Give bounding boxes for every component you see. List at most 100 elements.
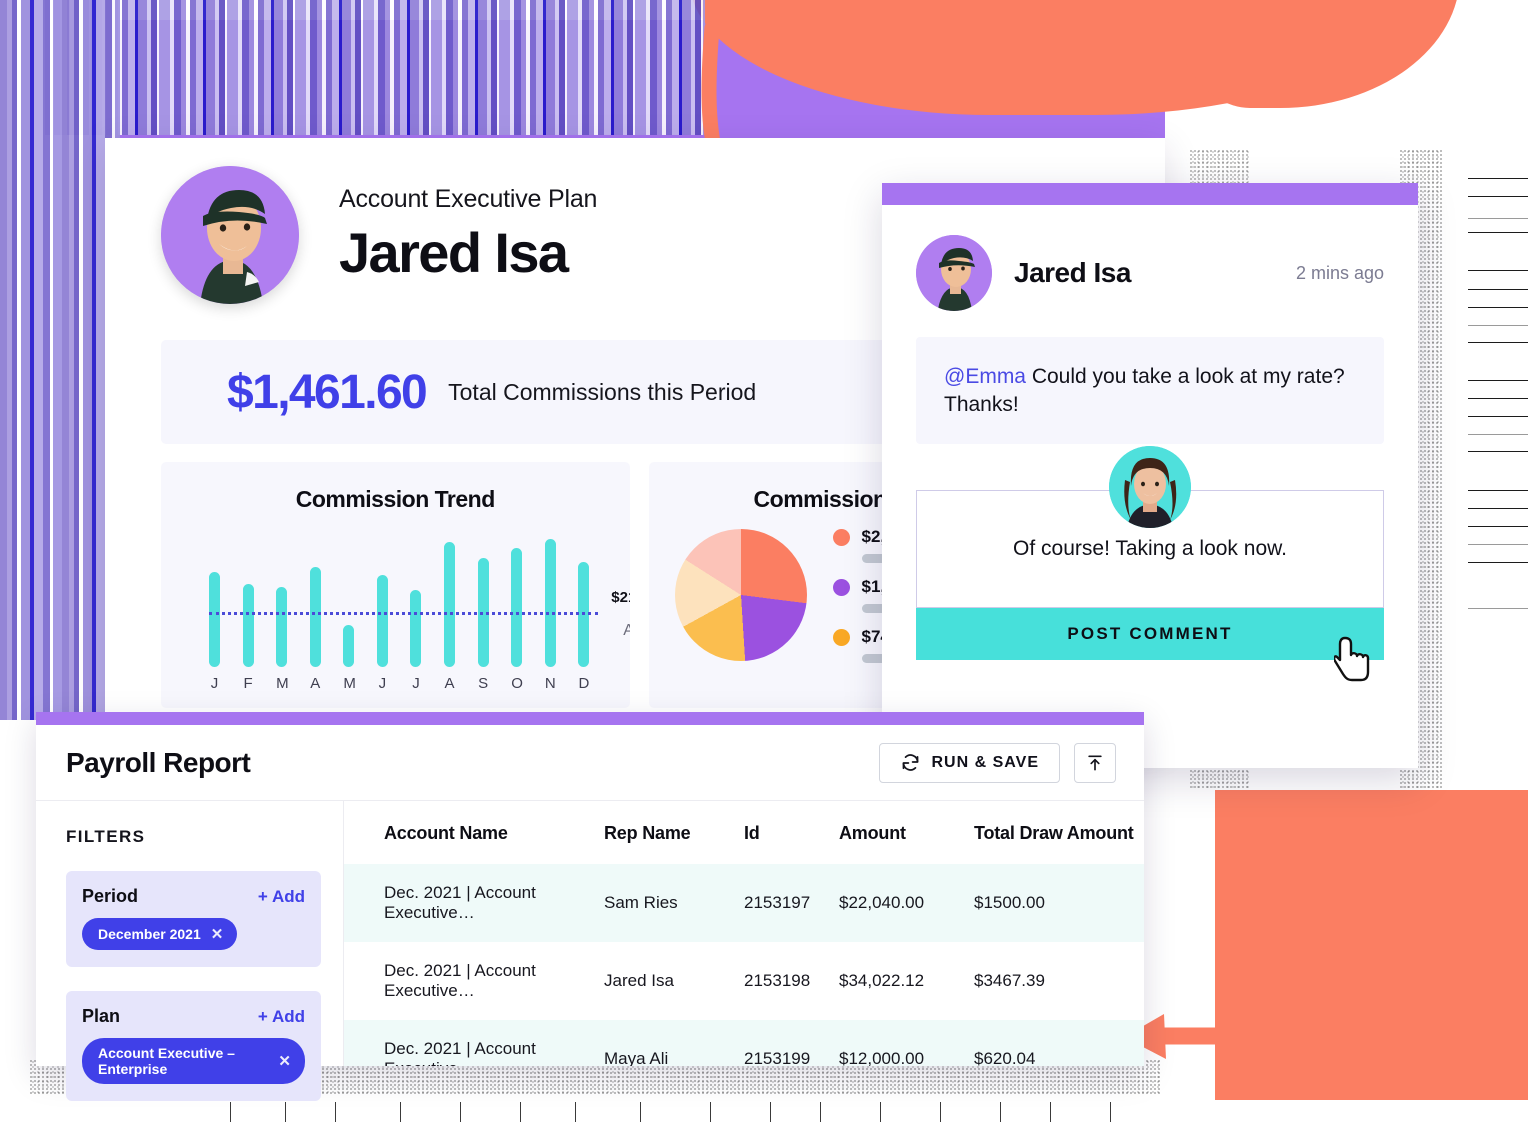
table-row[interactable]: Dec. 2021 | Account Executive… Sam Ries 21… bbox=[344, 864, 1144, 942]
commission-trend-chart: Commission Trend $216.74 Avg J F M A M J J A S O N… bbox=[161, 462, 630, 708]
bar-f-1 bbox=[242, 583, 254, 667]
bar-j-6 bbox=[410, 590, 422, 667]
run-and-save-label: RUN & SAVE bbox=[931, 753, 1039, 771]
filter-group-period: Period + Add December 2021 ✕ bbox=[66, 871, 321, 967]
column-header-0[interactable]: Account Name bbox=[344, 801, 604, 864]
avatar-comment-author bbox=[916, 235, 992, 311]
commission-trend-title: Commission Trend bbox=[295, 486, 496, 512]
pie-slices bbox=[674, 529, 807, 661]
mention-emma[interactable]: @Emma bbox=[944, 365, 1026, 388]
x-tick-2: M bbox=[276, 675, 289, 692]
bar-o-9 bbox=[511, 547, 523, 667]
cell-1-2: 2153198 bbox=[744, 971, 811, 990]
run-and-save-button[interactable]: RUN & SAVE bbox=[878, 742, 1060, 783]
mouse-cursor-icon bbox=[1334, 637, 1370, 682]
average-caption: Avg bbox=[623, 621, 630, 639]
export-button[interactable] bbox=[1074, 742, 1116, 783]
comment-timestamp: 2 mins ago bbox=[1295, 262, 1384, 283]
upload-icon bbox=[1088, 755, 1102, 770]
avatar-reply-author bbox=[1109, 446, 1191, 529]
x-tick-4: M bbox=[343, 675, 356, 692]
bar-j-5 bbox=[376, 574, 388, 667]
cell-1-0: Dec. 2021 | Account Executive… bbox=[384, 961, 536, 1000]
payroll-table: Account Name Rep Name Id Amount Total Draw A… bbox=[344, 801, 1144, 1066]
column-header-3[interactable]: Amount bbox=[839, 801, 974, 864]
x-tick-6: J bbox=[412, 675, 420, 692]
remove-chip-icon-0-0[interactable]: ✕ bbox=[211, 925, 224, 943]
cell-1-4: $3467.39 bbox=[974, 971, 1045, 990]
legend-dot-1 bbox=[832, 578, 850, 596]
payroll-report-card: Payroll Report RUN & SAVE FILTERS Period… bbox=[36, 712, 1144, 1101]
bar-a-7 bbox=[444, 541, 456, 667]
cell-1-1: Jared Isa bbox=[604, 971, 674, 990]
average-value-label: $216.74 bbox=[611, 588, 629, 606]
cell-0-1: Sam Ries bbox=[604, 864, 744, 942]
cell-2-1: Maya Ali bbox=[604, 1020, 744, 1066]
legend-dot-0 bbox=[832, 528, 850, 546]
filters-title: FILTERS bbox=[66, 827, 146, 846]
bar-n-10 bbox=[544, 539, 556, 667]
filter-add-button-1[interactable]: + Add bbox=[258, 1007, 305, 1027]
payroll-title: Payroll Report bbox=[66, 746, 251, 778]
comment-panel-accent-bar bbox=[882, 183, 1418, 205]
coral-blob-bottom-right bbox=[1215, 790, 1528, 1100]
avatar-jared-isa bbox=[161, 166, 299, 304]
filter-chip-1-0[interactable]: Account Executive – Enterprise ✕ bbox=[82, 1038, 305, 1084]
refresh-icon bbox=[902, 754, 918, 771]
x-tick-3: A bbox=[310, 675, 321, 692]
filter-group-list: Period + Add December 2021 ✕ Plan + Add Accoun… bbox=[66, 871, 321, 1101]
column-header-1[interactable]: Rep Name bbox=[604, 801, 744, 864]
filter-add-button-0[interactable]: + Add bbox=[258, 887, 305, 907]
filter-chip-label-1-0: Account Executive – Enterprise bbox=[98, 1045, 235, 1077]
bar-chart-x-axis: JFMAMJJASOND bbox=[209, 675, 590, 692]
column-header-2[interactable]: Id bbox=[744, 801, 839, 864]
cell-0-4: $1500.00 bbox=[974, 864, 1144, 942]
x-tick-11: D bbox=[578, 675, 590, 692]
comment-author-row: Jared Isa 2 mins ago bbox=[916, 235, 1384, 311]
page-title: Jared Isa bbox=[339, 221, 569, 284]
table-row[interactable]: Dec. 2021 | Account Executive… Jared Isa 2… bbox=[344, 942, 1144, 1020]
x-tick-1: F bbox=[243, 675, 253, 692]
filters-panel: FILTERS Period + Add December 2021 ✕ Plan + A… bbox=[36, 801, 344, 1101]
post-comment-button[interactable]: POST COMMENT bbox=[916, 608, 1384, 661]
x-tick-10: N bbox=[544, 675, 556, 692]
x-tick-8: S bbox=[478, 675, 489, 692]
bar-series bbox=[209, 539, 590, 667]
bar-j-0 bbox=[209, 571, 220, 667]
filter-chip-0-0[interactable]: December 2021 ✕ bbox=[82, 918, 238, 950]
cell-2-3: $12,000.00 bbox=[839, 1020, 974, 1066]
plan-label: Account Executive Plan bbox=[339, 185, 598, 213]
filter-group-plan: Plan + Add Account Executive – Enterprise ✕ bbox=[66, 991, 321, 1101]
reply-composer: Of course! Taking a look now. POST COMME… bbox=[882, 446, 1418, 682]
x-tick-9: O bbox=[511, 675, 523, 692]
cell-1-3: $34,022.12 bbox=[839, 971, 925, 990]
remove-chip-icon-1-0[interactable]: ✕ bbox=[278, 1052, 291, 1070]
comment-author-name: Jared Isa bbox=[1014, 257, 1131, 288]
bar-a-3 bbox=[309, 566, 321, 667]
filter-group-name-0: Period bbox=[82, 886, 139, 906]
x-tick-7: A bbox=[444, 675, 455, 692]
cell-2-0: Dec. 2021 | Account Executive… bbox=[344, 1020, 604, 1066]
filter-chip-label-0-0: December 2021 bbox=[98, 926, 201, 942]
payroll-header: Payroll Report RUN & SAVE bbox=[36, 725, 1144, 800]
comment-message: @Emma Could you take a look at my rate? … bbox=[916, 337, 1384, 445]
column-header-4[interactable]: Total Draw Amount bbox=[974, 801, 1144, 864]
cell-0-2: 2153197 bbox=[744, 864, 839, 942]
payroll-table-area: Account Name Rep Name Id Amount Total Draw A… bbox=[344, 801, 1144, 1066]
filter-group-name-1: Plan bbox=[82, 1006, 121, 1026]
payroll-accent-bar bbox=[36, 712, 1144, 725]
reply-input-value: Of course! Taking a look now. bbox=[1013, 537, 1287, 561]
x-tick-0: J bbox=[210, 675, 219, 692]
cell-0-0: Dec. 2021 | Account Executive… bbox=[344, 864, 604, 942]
table-row[interactable]: Dec. 2021 | Account Executive…Maya Ali21… bbox=[344, 1020, 1144, 1066]
cell-0-3: $22,040.00 bbox=[839, 864, 974, 942]
bar-m-4 bbox=[343, 624, 355, 667]
total-commissions-value: $1,461.60 bbox=[227, 365, 428, 419]
bar-chart-plot: $216.74 Avg bbox=[209, 539, 630, 667]
average-line bbox=[209, 611, 598, 615]
glitch-artifact-top bbox=[45, 0, 705, 135]
comment-panel: Jared Isa 2 mins ago @Emma Could you tak… bbox=[882, 183, 1418, 768]
glitch-artifact-left bbox=[0, 0, 120, 720]
table-header-row: Account Name Rep Name Id Amount Total Draw A… bbox=[344, 801, 1144, 864]
x-tick-5: J bbox=[378, 675, 387, 692]
